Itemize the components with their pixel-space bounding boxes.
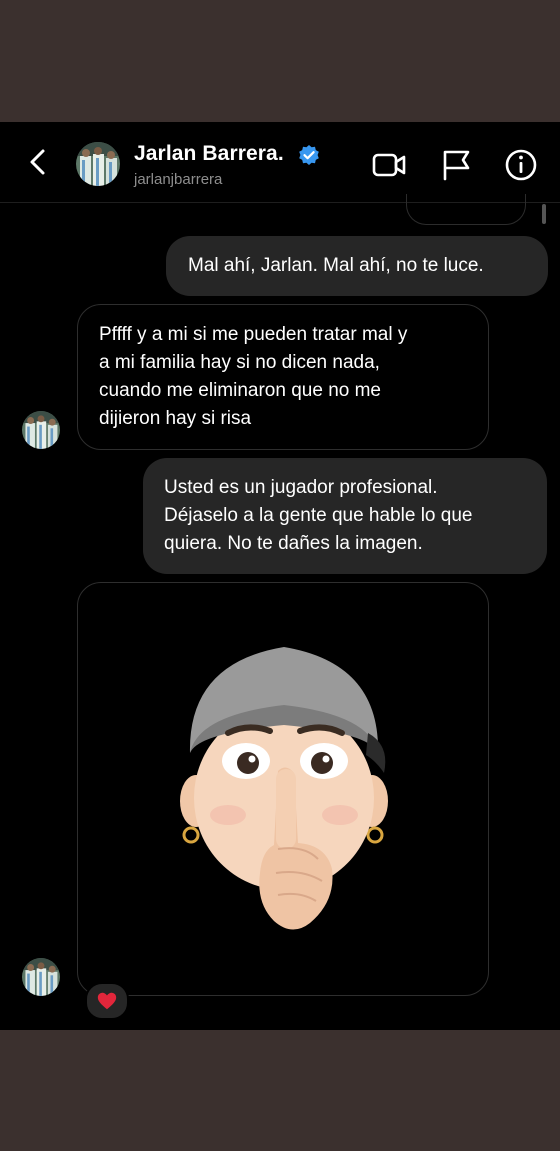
previous-message-bubble xyxy=(406,194,526,225)
heart-icon xyxy=(97,992,117,1010)
verified-badge-icon xyxy=(299,145,319,165)
video-call-icon[interactable] xyxy=(372,148,406,182)
chat-screen: Jarlan Barrera. jarlanjbarrera Mal ahí, … xyxy=(0,122,560,1030)
sender-avatar[interactable] xyxy=(22,411,60,449)
flag-icon[interactable] xyxy=(440,148,474,182)
chat-header: Jarlan Barrera. jarlanjbarrera xyxy=(0,122,560,203)
message-text: Usted es un jugador profesional. Déjasel… xyxy=(164,477,473,554)
sender-avatar[interactable] xyxy=(22,958,60,996)
contact-username[interactable]: jarlanjbarrera xyxy=(134,171,222,188)
scrollbar[interactable] xyxy=(542,204,546,224)
sticker-message[interactable] xyxy=(77,582,489,996)
received-message[interactable]: Pffff y a mi si me pueden tratar mal y a… xyxy=(77,304,489,450)
message-text: Mal ahí, Jarlan. Mal ahí, no te luce. xyxy=(188,255,484,276)
back-chevron-icon[interactable] xyxy=(24,148,52,176)
sent-message[interactable]: Mal ahí, Jarlan. Mal ahí, no te luce. xyxy=(166,236,548,296)
contact-name[interactable]: Jarlan Barrera. xyxy=(134,142,284,166)
avatar[interactable] xyxy=(76,142,120,186)
message-text: Pffff y a mi si me pueden tratar mal y a… xyxy=(99,324,408,429)
info-icon[interactable] xyxy=(504,148,538,182)
heart-reaction[interactable] xyxy=(85,982,129,1020)
memoji-shush-sticker xyxy=(180,647,388,930)
sent-message[interactable]: Usted es un jugador profesional. Déjasel… xyxy=(143,458,547,574)
